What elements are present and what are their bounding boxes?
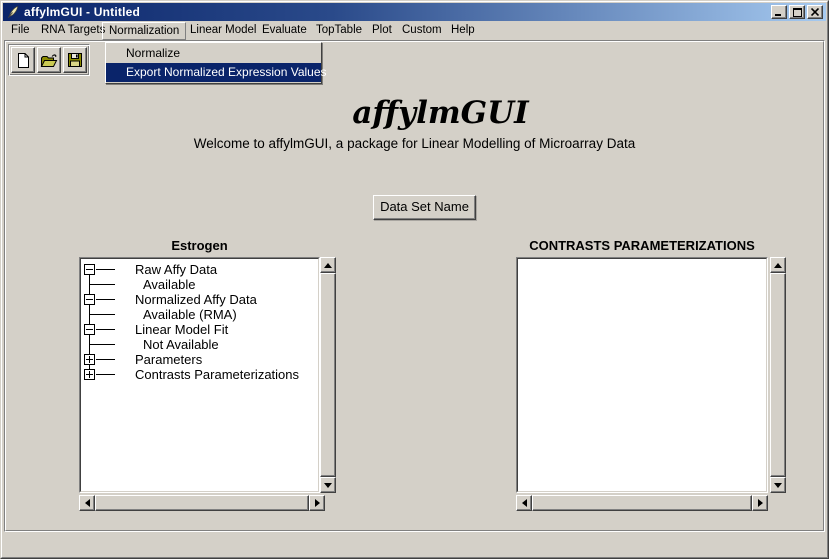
arrow-up-icon (774, 263, 782, 268)
minimize-button[interactable] (771, 5, 787, 19)
scroll-down-button[interactable] (320, 477, 336, 493)
estrogen-tree: Raw Affy Data Available Normalized Affy … (81, 259, 318, 491)
open-file-button[interactable] (37, 47, 61, 73)
menu-evaluate[interactable]: Evaluate (262, 24, 307, 36)
feather-icon (6, 5, 20, 19)
contrasts-listbox[interactable] (516, 257, 768, 493)
collapse-toggle-icon[interactable] (84, 294, 95, 305)
open-folder-icon (40, 52, 58, 69)
tree-item-raw-affy-data[interactable]: Raw Affy Data (81, 262, 318, 277)
data-set-name-button[interactable]: Data Set Name (373, 195, 476, 220)
estrogen-horizontal-scrollbar[interactable] (79, 495, 325, 511)
tree-item-parameters[interactable]: Parameters (81, 352, 318, 367)
save-diskette-icon (67, 52, 83, 68)
tree-item-linear-model-fit[interactable]: Linear Model Fit (81, 322, 318, 337)
menu-item-export-normalized-expression-values[interactable]: Export Normalized Expression Values (106, 63, 321, 82)
normalization-dropdown: Normalize Export Normalized Expression V… (105, 42, 322, 84)
collapse-toggle-icon[interactable] (84, 264, 95, 275)
toolbar (8, 44, 90, 76)
scrollbar-thumb[interactable] (95, 495, 309, 511)
minimize-icon (775, 8, 783, 16)
scroll-down-button[interactable] (770, 477, 786, 493)
right-panel-title: CONTRASTS PARAMETERIZATIONS (516, 238, 768, 253)
window-title: affylmGUI - Untitled (24, 5, 140, 19)
app-heading: affylmGUI (0, 95, 829, 131)
maximize-icon (793, 8, 802, 17)
scroll-up-button[interactable] (770, 257, 786, 273)
estrogen-vertical-scrollbar[interactable] (320, 257, 336, 493)
menu-toptable[interactable]: TopTable (316, 24, 362, 36)
collapse-toggle-icon[interactable] (84, 324, 95, 335)
window-controls (771, 5, 823, 19)
scroll-right-button[interactable] (309, 495, 325, 511)
tree-item-raw-affy-status[interactable]: Available (81, 277, 318, 292)
menu-item-normalize[interactable]: Normalize (106, 44, 321, 63)
arrow-right-icon (758, 499, 763, 507)
tree-item-linear-model-status[interactable]: Not Available (81, 337, 318, 352)
scroll-up-button[interactable] (320, 257, 336, 273)
expand-toggle-icon[interactable] (84, 369, 95, 380)
menu-normalization[interactable]: Normalization (102, 22, 186, 40)
tree-item-contrasts-parameterizations[interactable]: Contrasts Parameterizations (81, 367, 318, 382)
scroll-right-button[interactable] (752, 495, 768, 511)
close-button[interactable] (807, 5, 823, 19)
new-document-icon (15, 52, 31, 69)
arrow-up-icon (324, 263, 332, 268)
contrasts-horizontal-scrollbar[interactable] (516, 495, 768, 511)
arrow-down-icon (324, 483, 332, 488)
menu-help[interactable]: Help (451, 24, 475, 36)
menu-rna-targets[interactable]: RNA Targets (41, 24, 105, 36)
welcome-text: Welcome to affylmGUI, a package for Line… (0, 136, 829, 151)
new-file-button[interactable] (11, 47, 35, 73)
affylmgui-window: { "window": { "title": "affylmGUI - Unti… (0, 0, 829, 559)
arrow-right-icon (315, 499, 320, 507)
left-panel-title: Estrogen (79, 238, 320, 253)
tree-item-normalized-affy-status[interactable]: Available (RMA) (81, 307, 318, 322)
arrow-left-icon (522, 499, 527, 507)
contrasts-listbox-border (517, 258, 767, 492)
menubar: File RNA Targets Normalization Linear Mo… (3, 21, 826, 40)
menu-custom[interactable]: Custom (402, 24, 442, 36)
estrogen-listbox[interactable]: Raw Affy Data Available Normalized Affy … (79, 257, 320, 493)
tree-item-normalized-affy-data[interactable]: Normalized Affy Data (81, 292, 318, 307)
menu-file[interactable]: File (11, 24, 30, 36)
close-icon (811, 8, 819, 16)
contrasts-vertical-scrollbar[interactable] (770, 257, 786, 493)
menu-plot[interactable]: Plot (372, 24, 392, 36)
estrogen-listbox-border: Raw Affy Data Available Normalized Affy … (80, 258, 319, 492)
save-file-button[interactable] (63, 47, 87, 73)
arrow-down-icon (774, 483, 782, 488)
arrow-left-icon (85, 499, 90, 507)
titlebar[interactable]: affylmGUI - Untitled (3, 3, 826, 21)
scrollbar-thumb[interactable] (770, 273, 786, 477)
expand-toggle-icon[interactable] (84, 354, 95, 365)
menu-linear-model[interactable]: Linear Model (190, 24, 256, 36)
scroll-left-button[interactable] (516, 495, 532, 511)
scrollbar-thumb[interactable] (532, 495, 752, 511)
scrollbar-thumb[interactable] (320, 273, 336, 477)
scroll-left-button[interactable] (79, 495, 95, 511)
maximize-button[interactable] (789, 5, 805, 19)
